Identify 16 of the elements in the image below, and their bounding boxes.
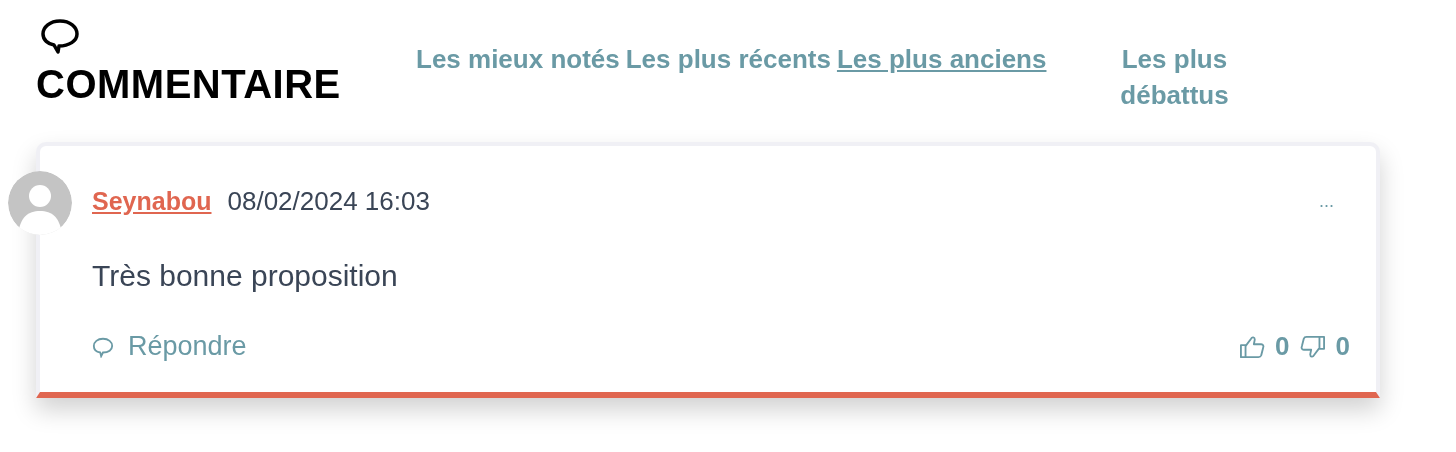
sort-tab[interactable]: Les plus anciens xyxy=(836,41,1047,75)
thumbs-up-icon[interactable] xyxy=(1239,334,1266,359)
thumbs-down-icon[interactable] xyxy=(1299,334,1326,359)
speech-bubble-icon xyxy=(92,335,114,358)
like-count: 0 xyxy=(1275,331,1290,362)
author-link[interactable]: Seynabou xyxy=(92,187,212,216)
speech-bubble-icon xyxy=(40,18,80,56)
sort-tab[interactable]: Les plus récents xyxy=(625,41,831,75)
comment-text: Très bonne proposition xyxy=(92,259,399,293)
comment-date: 08/02/2024 16:03 xyxy=(227,186,430,217)
reply-link[interactable]: Répondre xyxy=(92,331,247,362)
more-menu[interactable]: ... xyxy=(1319,191,1334,212)
section-title: COMMENTAIRE xyxy=(36,62,342,107)
dislike-count: 0 xyxy=(1335,331,1350,362)
sort-tab[interactable]: Les plus débattus xyxy=(1104,41,1245,113)
sort-tab[interactable]: Les mieux notés xyxy=(416,41,620,75)
